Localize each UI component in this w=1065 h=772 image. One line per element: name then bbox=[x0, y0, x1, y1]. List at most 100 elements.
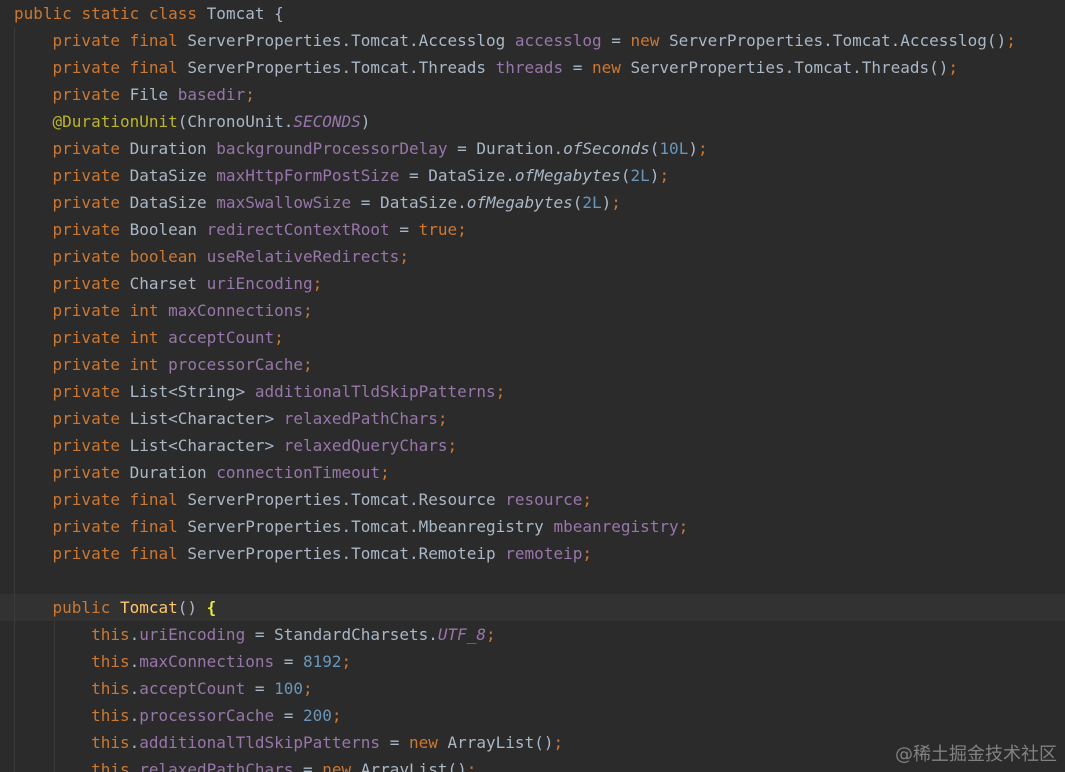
code-token: maxConnections bbox=[168, 301, 303, 320]
code-token: ( bbox=[620, 166, 631, 185]
code-line[interactable]: this.uriEncoding = StandardCharsets.UTF_… bbox=[0, 621, 1065, 648]
code-line[interactable]: @DurationUnit(ChronoUnit.SECONDS) bbox=[0, 108, 1065, 135]
code-token: backgroundProcessorDelay bbox=[216, 139, 448, 158]
code-token: ServerProperties.Tomcat.Resource bbox=[187, 490, 506, 509]
code-token: private bbox=[52, 517, 130, 536]
indent-guide bbox=[14, 27, 15, 54]
code-token: ; bbox=[582, 490, 592, 509]
indent-guide bbox=[14, 729, 15, 756]
code-token: static bbox=[81, 4, 149, 23]
code-line[interactable]: private final ServerProperties.Tomcat.Ac… bbox=[0, 27, 1065, 54]
indent-guide bbox=[14, 351, 15, 378]
code-token: acceptCount bbox=[139, 679, 246, 698]
code-token: resource bbox=[505, 490, 583, 509]
code-token: . bbox=[129, 733, 140, 752]
code-editor[interactable]: public static class Tomcat { private fin… bbox=[0, 0, 1065, 772]
code-token: new bbox=[408, 733, 448, 752]
code-token: ; bbox=[331, 706, 342, 725]
code-token: SECONDS bbox=[293, 112, 361, 131]
code-token: final bbox=[129, 490, 188, 509]
indent-guide bbox=[14, 324, 15, 351]
code-line[interactable]: private File basedir; bbox=[0, 81, 1065, 108]
code-token: ) bbox=[601, 193, 612, 212]
code-line[interactable]: private Duration connectionTimeout; bbox=[0, 459, 1065, 486]
code-line[interactable]: private int acceptCount; bbox=[0, 324, 1065, 351]
code-token: maxConnections bbox=[139, 652, 275, 671]
code-line[interactable]: public Tomcat() { bbox=[0, 594, 1065, 621]
code-token: this bbox=[91, 706, 130, 725]
code-line[interactable]: private Boolean redirectContextRoot = tr… bbox=[0, 216, 1065, 243]
code-token: private bbox=[52, 85, 130, 104]
code-token: Duration bbox=[129, 463, 217, 482]
code-token: private bbox=[52, 544, 130, 563]
code-line[interactable]: this.acceptCount = 100; bbox=[0, 675, 1065, 702]
code-line[interactable]: private final ServerProperties.Tomcat.Re… bbox=[0, 486, 1065, 513]
code-line[interactable]: private List<Character> relaxedPathChars… bbox=[0, 405, 1065, 432]
code-token: ofMegabytes bbox=[514, 166, 621, 185]
indent-guide bbox=[14, 108, 15, 135]
code-line[interactable]: private List<Character> relaxedQueryChar… bbox=[0, 432, 1065, 459]
code-token: boolean bbox=[129, 247, 207, 266]
code-line[interactable]: public static class Tomcat { bbox=[0, 0, 1065, 27]
code-token: ofSeconds bbox=[563, 139, 650, 158]
indent-guide bbox=[14, 540, 15, 567]
code-token: List<Character> bbox=[129, 409, 284, 428]
indent-guide bbox=[54, 729, 55, 756]
code-token: new bbox=[630, 31, 670, 50]
code-line[interactable]: private List<String> additionalTldSkipPa… bbox=[0, 378, 1065, 405]
code-token: ; bbox=[437, 409, 448, 428]
code-token: relaxedQueryChars bbox=[283, 436, 448, 455]
code-line[interactable]: this.processorCache = 200; bbox=[0, 702, 1065, 729]
code-line[interactable]: private int processorCache; bbox=[0, 351, 1065, 378]
code-token: processorCache bbox=[139, 706, 275, 725]
indent-guide bbox=[14, 621, 15, 648]
indent-guide bbox=[54, 675, 55, 702]
code-line[interactable]: private int maxConnections; bbox=[0, 297, 1065, 324]
code-line[interactable]: private DataSize maxHttpFormPostSize = D… bbox=[0, 162, 1065, 189]
code-line[interactable]: private DataSize maxSwallowSize = DataSi… bbox=[0, 189, 1065, 216]
indent-guide bbox=[54, 702, 55, 729]
code-token: Charset bbox=[129, 274, 207, 293]
code-token: DataSize bbox=[129, 193, 217, 212]
code-token: ; bbox=[678, 517, 689, 536]
code-line[interactable]: private final ServerProperties.Tomcat.Mb… bbox=[0, 513, 1065, 540]
code-token: private bbox=[52, 139, 130, 158]
code-token: threads bbox=[495, 58, 564, 77]
code-token: accesslog bbox=[514, 31, 602, 50]
code-token: { bbox=[206, 598, 217, 617]
code-token: = StandardCharsets. bbox=[245, 625, 438, 644]
code-token: ; bbox=[659, 166, 670, 185]
code-token: ; bbox=[302, 301, 313, 320]
code-token: ; bbox=[447, 436, 458, 455]
code-token: ; bbox=[495, 382, 506, 401]
code-line[interactable]: private final ServerProperties.Tomcat.Re… bbox=[0, 540, 1065, 567]
code-token: this bbox=[91, 733, 130, 752]
code-token: ; bbox=[697, 139, 708, 158]
code-line[interactable]: private Duration backgroundProcessorDela… bbox=[0, 135, 1065, 162]
code-token: this bbox=[91, 679, 130, 698]
code-token: ServerProperties.Tomcat.Threads bbox=[187, 58, 496, 77]
code-line[interactable]: private boolean useRelativeRedirects; bbox=[0, 243, 1065, 270]
code-line[interactable]: private final ServerProperties.Tomcat.Th… bbox=[0, 54, 1065, 81]
code-token: ArrayList() bbox=[360, 760, 467, 772]
indent-guide bbox=[14, 378, 15, 405]
indent-guide bbox=[14, 432, 15, 459]
code-line[interactable]: this.maxConnections = 8192; bbox=[0, 648, 1065, 675]
code-line[interactable]: private Charset uriEncoding; bbox=[0, 270, 1065, 297]
code-line[interactable] bbox=[0, 567, 1065, 594]
code-token: File bbox=[129, 85, 178, 104]
